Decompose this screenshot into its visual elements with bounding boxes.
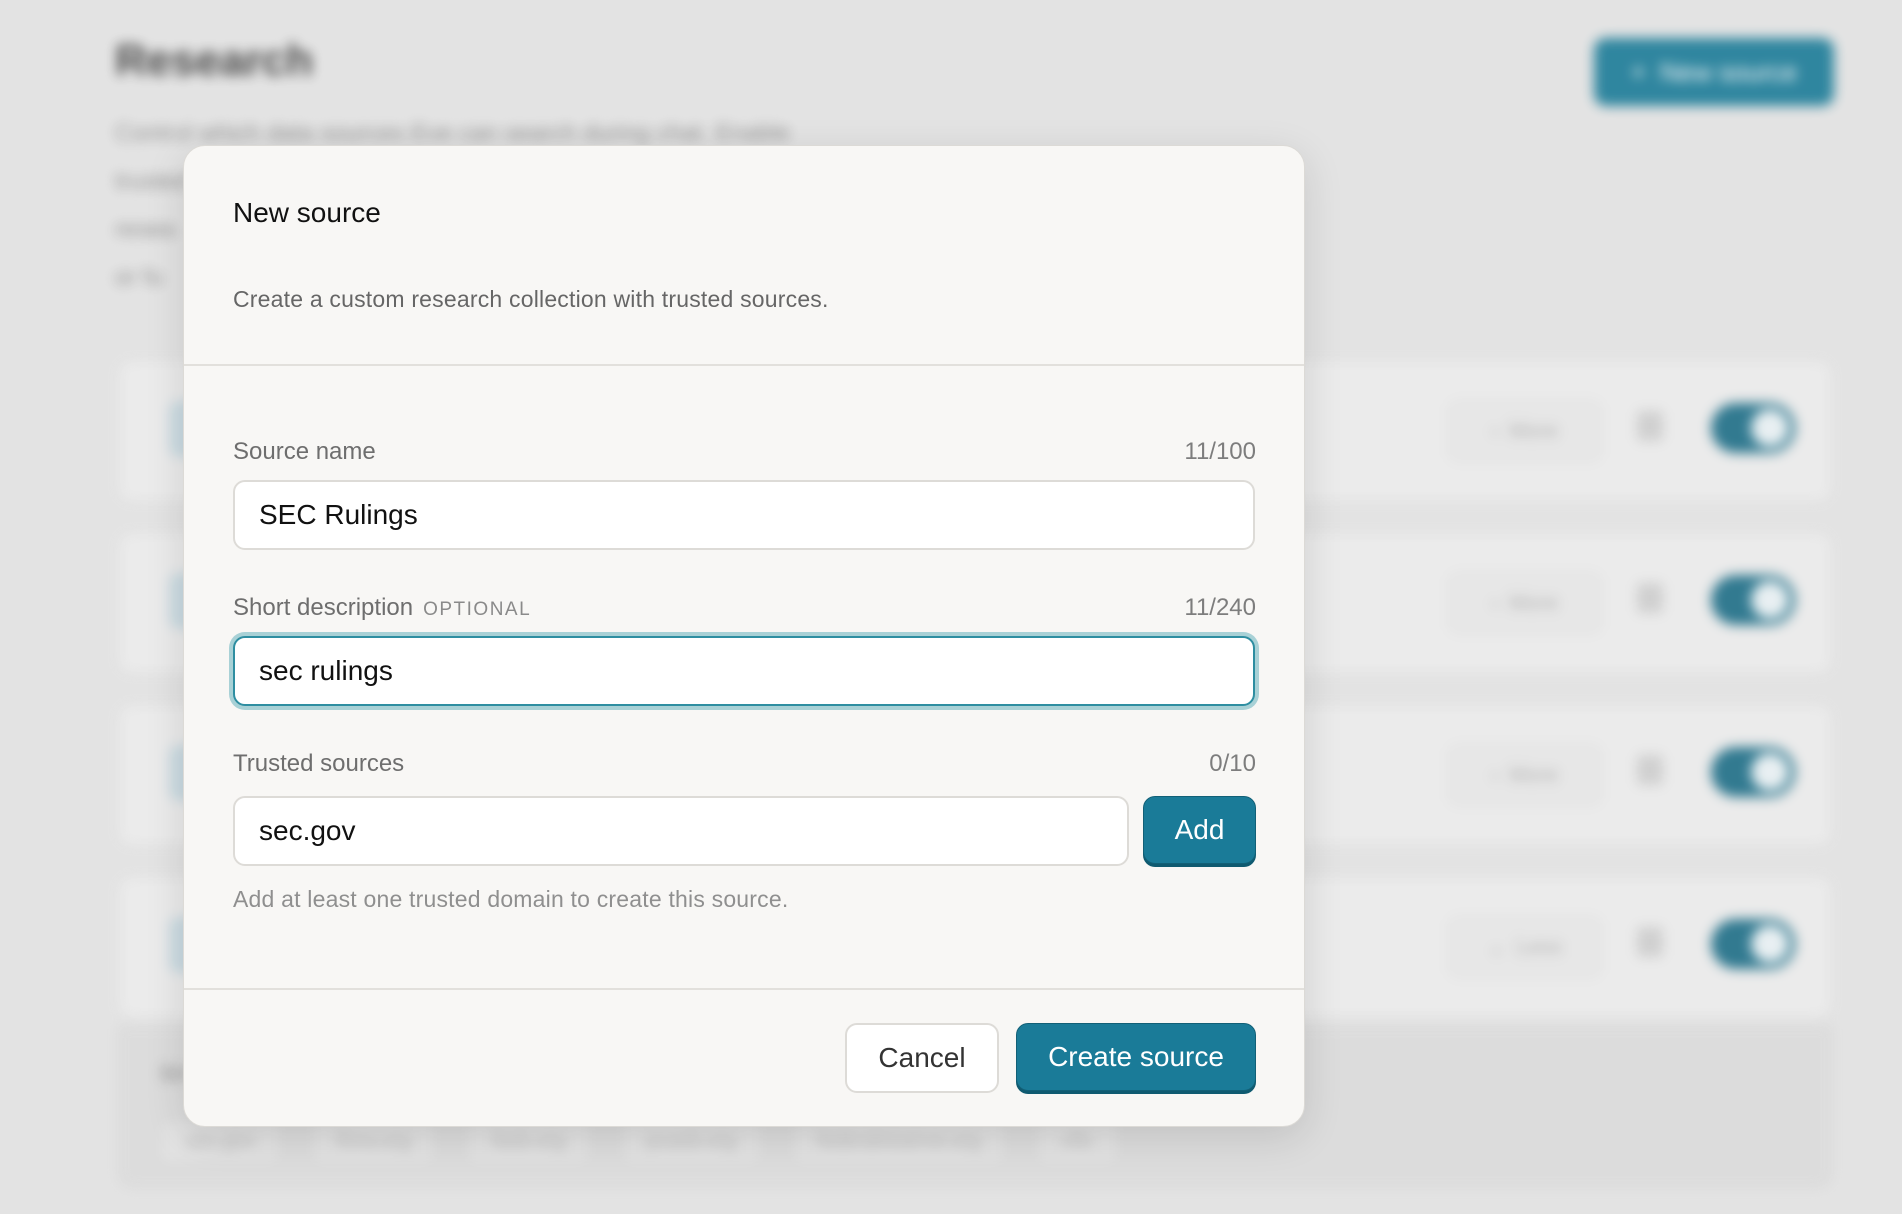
dialog-title: New source (233, 197, 381, 228)
less-button-label: Less (1515, 934, 1563, 959)
source-toggle[interactable] (1711, 747, 1795, 797)
source-name-label: Source name (233, 438, 376, 465)
trash-icon[interactable] (1637, 755, 1663, 785)
more-button-label: More (1508, 762, 1559, 787)
source-toggle[interactable] (1711, 919, 1795, 969)
trusted-sources-hint: Add at least one trusted domain to creat… (233, 886, 789, 912)
source-name-input[interactable] (233, 480, 1255, 550)
short-description-counter: 11/240 (1184, 594, 1256, 621)
more-button[interactable]: › More (1449, 401, 1601, 461)
add-trusted-source-button[interactable]: Add (1143, 796, 1256, 864)
optional-tag: OPTIONAL (423, 599, 532, 620)
chevron-right-icon: › (1491, 590, 1499, 615)
source-toggle[interactable] (1711, 403, 1795, 453)
page-title: Research (115, 36, 314, 85)
more-button[interactable]: › More (1449, 745, 1601, 805)
cancel-button[interactable]: Cancel (845, 1023, 999, 1093)
source-name-counter: 11/100 (1184, 438, 1256, 465)
dialog-header: New source Create a custom research coll… (184, 146, 1304, 366)
new-source-dialog: New source Create a custom research coll… (183, 145, 1305, 1127)
trash-icon[interactable] (1637, 927, 1663, 957)
trusted-sources-label: Trusted sources (233, 750, 405, 777)
short-description-label-text: Short description (233, 594, 414, 621)
more-button-label: More (1508, 418, 1559, 443)
dialog-subtitle: Create a custom research collection with… (233, 286, 829, 312)
trusted-source-input[interactable] (233, 796, 1129, 866)
more-button-label: More (1508, 590, 1559, 615)
dialog-footer-divider (184, 988, 1304, 990)
new-source-button-label: New source (1659, 56, 1798, 87)
trash-icon[interactable] (1637, 583, 1663, 613)
short-description-input[interactable] (233, 636, 1255, 706)
trusted-sources-counter: 0/10 (1209, 750, 1256, 777)
plus-icon: + (1630, 56, 1646, 87)
more-button[interactable]: › More (1449, 573, 1601, 633)
new-source-button[interactable]: + New source (1594, 38, 1834, 106)
chevron-down-icon: ⌄ (1487, 934, 1506, 959)
chevron-right-icon: › (1491, 762, 1499, 787)
source-toggle[interactable] (1711, 575, 1795, 625)
trash-icon[interactable] (1637, 411, 1663, 441)
less-button[interactable]: ⌄ Less (1449, 917, 1601, 977)
chevron-right-icon: › (1491, 418, 1499, 443)
create-source-button[interactable]: Create source (1016, 1023, 1256, 1091)
short-description-label: Short description OPTIONAL (233, 594, 531, 622)
